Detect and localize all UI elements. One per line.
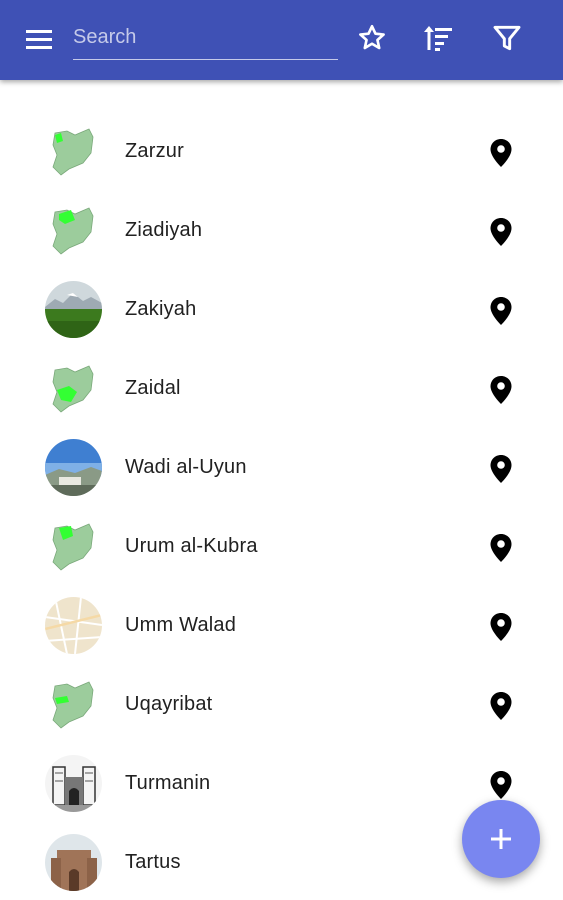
photo-thumbnail <box>45 834 102 891</box>
sort-icon <box>424 26 452 51</box>
location-pin-button[interactable] <box>489 770 513 800</box>
location-pin-icon <box>490 613 512 641</box>
filter-button[interactable] <box>491 22 523 54</box>
photo-thumbnail <box>45 439 102 496</box>
list-item[interactable]: Urum al-Kubra <box>0 507 563 586</box>
app-bar <box>0 0 563 80</box>
sketch-thumbnail <box>45 755 102 812</box>
location-pin-icon <box>490 455 512 483</box>
list-item[interactable]: Ziadiyah <box>0 191 563 270</box>
photo-thumbnail <box>45 281 102 338</box>
location-pin-icon <box>490 771 512 799</box>
list-item[interactable]: Wadi al-Uyun <box>0 428 563 507</box>
map-thumbnail <box>45 676 102 733</box>
place-name: Zarzur <box>125 140 184 162</box>
list-item[interactable]: Zaidal <box>0 349 563 428</box>
map-thumbnail <box>45 518 102 575</box>
place-name: Uqayribat <box>125 693 213 715</box>
place-name: Tartus <box>125 851 181 873</box>
place-name: Zaidal <box>125 377 181 399</box>
place-name: Turmanin <box>125 772 211 794</box>
list-item[interactable]: Umm Walad <box>0 586 563 665</box>
location-pin-button[interactable] <box>489 296 513 326</box>
place-name: Ziadiyah <box>125 219 203 241</box>
search-input[interactable] <box>73 20 338 54</box>
location-pin-button[interactable] <box>489 454 513 484</box>
menu-button[interactable] <box>22 26 58 54</box>
location-pin-icon <box>490 297 512 325</box>
filter-icon <box>493 25 521 51</box>
favorites-button[interactable] <box>356 22 388 54</box>
location-pin-button[interactable] <box>489 612 513 642</box>
place-name: Urum al-Kubra <box>125 535 258 557</box>
list-item[interactable]: Zakiyah <box>0 270 563 349</box>
sort-button[interactable] <box>422 22 454 54</box>
location-pin-button[interactable] <box>489 217 513 247</box>
search-field <box>73 18 338 60</box>
location-pin-icon <box>490 692 512 720</box>
street-map-thumbnail <box>45 597 102 654</box>
list-item[interactable]: Zarzur <box>0 112 563 191</box>
location-pin-icon <box>490 139 512 167</box>
place-name: Wadi al-Uyun <box>125 456 247 478</box>
location-pin-icon <box>490 376 512 404</box>
location-pin-icon <box>490 534 512 562</box>
map-thumbnail <box>45 123 102 180</box>
list-item[interactable]: Uqayribat <box>0 665 563 744</box>
add-button[interactable] <box>462 800 540 878</box>
location-pin-button[interactable] <box>489 375 513 405</box>
map-thumbnail <box>45 360 102 417</box>
map-thumbnail <box>45 202 102 259</box>
star-outline-icon <box>359 24 385 50</box>
location-pin-button[interactable] <box>489 691 513 721</box>
place-name: Zakiyah <box>125 298 197 320</box>
location-pin-icon <box>490 218 512 246</box>
place-name: Umm Walad <box>125 614 237 636</box>
location-pin-button[interactable] <box>489 138 513 168</box>
menu-icon <box>26 30 52 49</box>
plus-icon <box>491 829 511 849</box>
location-pin-button[interactable] <box>489 533 513 563</box>
